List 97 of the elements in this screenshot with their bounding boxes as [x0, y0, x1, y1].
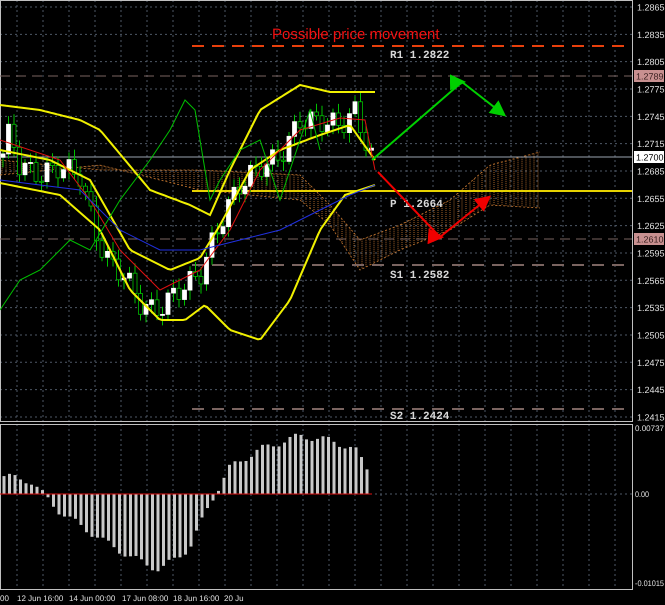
- histogram-bar: [228, 464, 231, 494]
- oscillator-axis-label: -0.01015: [635, 579, 665, 588]
- histogram-bar: [344, 448, 346, 494]
- histogram-bar: [300, 434, 302, 494]
- histogram-bar: [239, 462, 242, 494]
- histogram-bar: [272, 446, 275, 494]
- histogram-bar: [288, 436, 292, 494]
- price-axis-label: 1.2445: [637, 385, 665, 396]
- histogram-bar: [168, 494, 170, 560]
- histogram-bar: [327, 436, 330, 494]
- price-axis-label: 1.2805: [637, 57, 665, 68]
- histogram-bar: [46, 494, 50, 498]
- histogram-bar: [102, 494, 104, 538]
- histogram-bar: [124, 494, 126, 557]
- histogram-bar: [322, 436, 324, 494]
- histogram-bar: [278, 446, 280, 494]
- histogram-bar: [206, 494, 209, 508]
- histogram-bar: [222, 478, 226, 494]
- oscillator-axis-label: 0.00: [635, 490, 651, 499]
- time-axis-label: 14 Jun 00:00: [69, 594, 116, 603]
- histogram-bar: [256, 450, 258, 494]
- histogram-bar: [19, 480, 22, 494]
- histogram-bar: [261, 444, 264, 494]
- time-axis-label: 00: [0, 594, 9, 603]
- histogram-bar: [332, 442, 336, 494]
- price-axis-label: 1.2535: [637, 303, 665, 314]
- price-axis-label: 1.2625: [637, 221, 665, 232]
- histogram-bar: [244, 461, 248, 494]
- level-label: S1 1.2582: [390, 270, 450, 282]
- histogram-bar: [118, 494, 121, 554]
- oscillator-axis-label: 0.00737: [635, 424, 664, 433]
- price-axis-label: 1.2775: [637, 84, 665, 94]
- histogram-bar: [58, 494, 60, 514]
- price-axis-label: 1.2715: [637, 139, 665, 150]
- histogram-bar: [90, 494, 94, 537]
- price-axis-label: 1.2475: [637, 358, 665, 368]
- time-axis-label: 12 Jun 16:00: [17, 594, 64, 603]
- histogram-bar: [234, 461, 236, 494]
- histogram-bar: [184, 494, 187, 555]
- histogram-bar: [349, 446, 352, 494]
- histogram-bar: [283, 442, 286, 494]
- histogram-bar: [360, 457, 363, 494]
- histogram-bar: [2, 476, 6, 494]
- histogram-bar: [162, 494, 165, 566]
- histogram-bar: [107, 494, 110, 541]
- histogram-bar: [134, 494, 138, 556]
- time-axis-label: 17 Jun 08:00: [122, 594, 168, 603]
- histogram-bar: [30, 484, 33, 494]
- histogram-bar: [146, 494, 148, 566]
- histogram-bar: [80, 494, 82, 525]
- price-tag: 1.2700: [634, 151, 664, 163]
- histogram-bar: [294, 434, 297, 494]
- time-axis-label: 18 Jun 16:00: [173, 594, 220, 603]
- histogram-bar: [354, 447, 358, 494]
- histogram-bar: [68, 494, 72, 516]
- price-axis-label: 1.2595: [637, 248, 665, 258]
- price-tag: 1.2789: [634, 70, 664, 82]
- histogram-bar: [96, 494, 99, 538]
- price-tag: 1.2610: [634, 233, 664, 245]
- histogram-bar: [36, 486, 38, 494]
- histogram-bar: [129, 494, 132, 556]
- histogram-bar: [24, 483, 28, 494]
- histogram-bar: [112, 494, 116, 548]
- level-label: S2 1.2424: [390, 411, 450, 423]
- histogram-bar: [63, 494, 66, 517]
- histogram-bar: [74, 494, 77, 519]
- level-label: R1 1.2822: [390, 50, 450, 62]
- histogram-bar: [41, 490, 44, 494]
- histogram-bar: [190, 494, 192, 547]
- histogram-bar: [338, 446, 341, 494]
- histogram-bar: [200, 494, 204, 518]
- price-axis-label: 1.2865: [637, 2, 665, 12]
- price-axis-label: 1.2835: [637, 30, 665, 40]
- price-axis-label: 1.2745: [637, 112, 665, 122]
- price-axis-label: 1.2505: [637, 330, 665, 340]
- price-axis-label: 1.2655: [637, 194, 665, 204]
- chart-title: Possible price movement: [272, 26, 440, 43]
- histogram-bar: [305, 439, 308, 494]
- histogram-bar: [250, 456, 253, 494]
- histogram-bar: [212, 494, 214, 501]
- histogram-bar: [140, 494, 143, 560]
- histogram-bar: [8, 474, 11, 494]
- histogram-bar: [85, 494, 88, 532]
- histogram-bar: [217, 490, 220, 494]
- price-axis-label: 1.2565: [637, 276, 665, 286]
- histogram-bar: [178, 494, 182, 558]
- histogram-bar: [266, 444, 270, 494]
- price-axis-label: 1.2415: [637, 412, 665, 422]
- histogram-bar: [366, 469, 368, 494]
- time-axis-label: 20 Ju: [224, 594, 244, 603]
- histogram-bar: [52, 494, 55, 507]
- histogram-bar: [173, 494, 176, 558]
- histogram-bar: [195, 494, 198, 531]
- histogram-bar: [14, 475, 16, 494]
- price-axis-label: 1.2685: [637, 166, 665, 176]
- histogram-bar: [310, 440, 314, 494]
- histogram-bar: [316, 438, 319, 494]
